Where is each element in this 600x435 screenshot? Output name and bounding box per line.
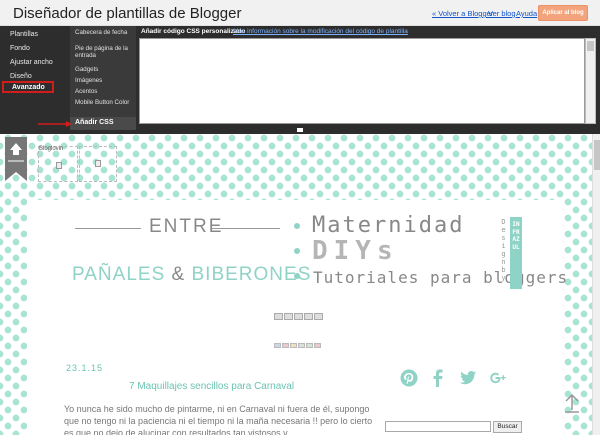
flag-icon[interactable] xyxy=(294,313,303,320)
flag-icon[interactable] xyxy=(274,313,283,320)
language-flags xyxy=(274,335,322,353)
flag-icon[interactable] xyxy=(314,343,321,348)
preview-scrollbar[interactable] xyxy=(592,134,600,435)
subnav-item-accents[interactable]: Acentos xyxy=(75,88,135,95)
search-input[interactable] xyxy=(385,421,491,432)
subnav-item-date-header[interactable]: Cabecera de fecha xyxy=(75,29,135,36)
css-textarea-scrollbar[interactable] xyxy=(585,38,596,124)
advanced-subnav: Cabecera de fecha Pie de página de la en… xyxy=(70,26,136,130)
flag-icon[interactable] xyxy=(282,343,289,348)
scroll-to-top-icon[interactable] xyxy=(562,392,582,414)
flag-icon[interactable] xyxy=(284,313,293,320)
subnav-item-gadgets[interactable]: Gadgets xyxy=(75,66,135,73)
google-plus-icon[interactable] xyxy=(489,369,507,387)
logo-dot xyxy=(294,223,300,229)
post-date: 23.1.15 xyxy=(66,363,104,373)
logo-designer-tag: INFRAZUL xyxy=(510,217,522,289)
nav-item-background[interactable]: Fondo xyxy=(10,45,30,52)
nav-item-templates[interactable]: Plantillas xyxy=(10,31,38,38)
divider-handle[interactable] xyxy=(297,128,303,132)
bloglovin-label: Bloglovin xyxy=(39,146,64,152)
logo-designer-tag-text: INFRAZUL xyxy=(512,221,520,251)
nav-item-layout[interactable]: Diseño xyxy=(10,73,32,80)
help-link[interactable]: Ayuda xyxy=(516,9,537,18)
logo-line-left xyxy=(75,228,141,229)
custom-css-textarea[interactable] xyxy=(139,38,585,124)
subnav-item-mobile-button-color[interactable]: Mobile Button Color xyxy=(75,99,135,106)
logo-panales-word: PAÑALES xyxy=(72,264,166,285)
pinterest-icon[interactable] xyxy=(400,369,418,387)
subnav-item-add-css-label: Añadir CSS xyxy=(75,119,114,126)
logo-panales: PAÑALES & BIBERONES xyxy=(72,264,311,286)
flag-icon[interactable] xyxy=(306,343,313,348)
template-info-link[interactable]: Más información sobre la modificación de… xyxy=(233,28,408,35)
post-title-link[interactable]: 7 Maquillajes sencillos para Carnaval xyxy=(129,381,294,392)
translate-flags xyxy=(274,307,324,320)
back-to-blogger-link[interactable]: « Volver a Blogger xyxy=(432,9,493,18)
flag-icon[interactable] xyxy=(290,343,297,348)
logo-entre: ENTRE xyxy=(149,216,224,237)
twitter-icon[interactable] xyxy=(459,369,477,387)
nav-item-adjust-width[interactable]: Ajustar ancho xyxy=(10,59,53,66)
blogger-template-designer: Diseñador de plantillas de Blogger « Vol… xyxy=(0,0,600,435)
flag-icon[interactable] xyxy=(298,343,305,348)
bookmark-ribbon-icon xyxy=(5,137,27,181)
facebook-icon[interactable] xyxy=(429,369,447,387)
logo-ampersand: & xyxy=(171,264,186,285)
flag-icon[interactable] xyxy=(314,313,323,320)
logo-dot xyxy=(294,248,300,254)
flag-icon[interactable] xyxy=(274,343,281,348)
nav-item-advanced-label: Avanzado xyxy=(12,84,45,91)
logo-diys: DIYs xyxy=(312,236,399,266)
logo-dot xyxy=(294,273,300,279)
custom-css-label: Añadir código CSS personalizado xyxy=(141,28,246,35)
view-blog-link[interactable]: Ver blog xyxy=(488,9,516,18)
designer-header: Diseñador de plantillas de Blogger « Vol… xyxy=(0,0,600,26)
logo-maternidad: Maternidad xyxy=(312,213,465,238)
post-snippet: Yo nunca he sido mucho de pintarme, ni e… xyxy=(64,404,373,435)
logo-tutoriales: Tutoriales para bloggers xyxy=(313,268,569,287)
subnav-item-add-css[interactable]: Añadir CSS xyxy=(70,117,136,130)
search-button[interactable]: Buscar xyxy=(493,421,522,433)
main-nav: Plantillas Fondo Ajustar ancho Diseño Av… xyxy=(0,26,70,130)
logo-design-by: Design by xyxy=(501,218,506,282)
subnav-item-post-footer[interactable]: Pie de página de la entrada xyxy=(75,45,135,59)
designer-title: Diseñador de plantillas de Blogger xyxy=(13,5,242,22)
flag-icon[interactable] xyxy=(304,313,313,320)
arrow-right-icon xyxy=(38,121,72,127)
subnav-item-images[interactable]: Imágenes xyxy=(75,77,135,84)
logo-line-right xyxy=(210,228,280,229)
broken-image-icon xyxy=(95,160,101,167)
broken-image-icon xyxy=(56,162,62,169)
nav-item-advanced[interactable]: Avanzado xyxy=(2,81,54,93)
apply-to-blog-button[interactable]: Aplicar al blog xyxy=(538,5,588,21)
settings-panel: Plantillas Fondo Ajustar ancho Diseño Av… xyxy=(0,26,600,130)
